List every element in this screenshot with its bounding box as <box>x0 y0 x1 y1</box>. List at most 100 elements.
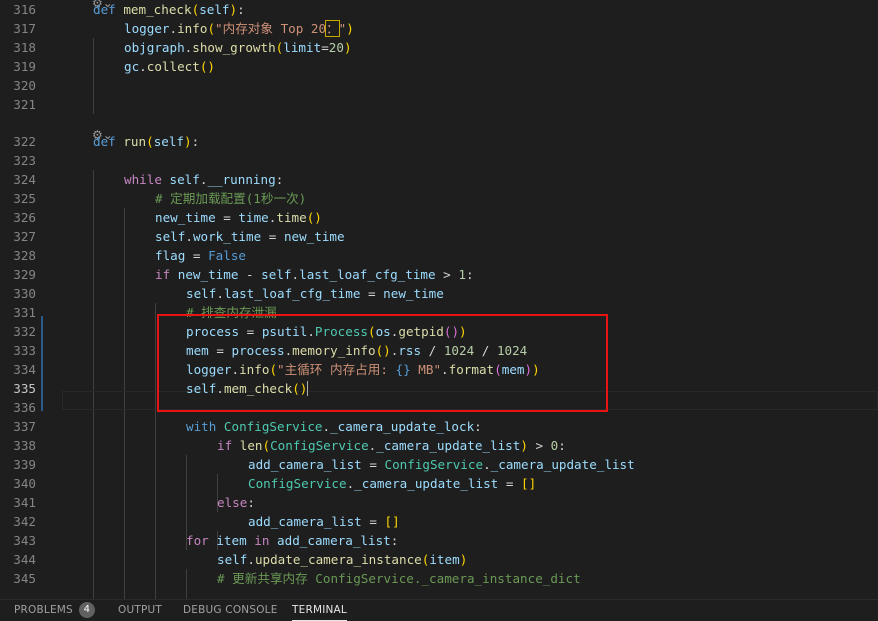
code-line[interactable]: 321 <box>0 95 878 114</box>
code-token: new_time <box>155 210 216 225</box>
code-token: work_time <box>192 229 262 244</box>
code-token: self <box>199 2 230 17</box>
code-text: with ConfigService._camera_update_lock: <box>186 417 482 436</box>
code-line[interactable]: 341 else: <box>0 493 878 512</box>
tab-output[interactable]: OUTPUT <box>118 600 162 621</box>
code-line[interactable]: 326 new_time = time.time() <box>0 208 878 227</box>
code-line[interactable]: 342 add_camera_list = [] <box>0 512 878 531</box>
code-token: # 定期加载配置(1秒一次) <box>155 191 307 206</box>
line-number: 318 <box>13 40 36 55</box>
code-token: _camera_update_lock <box>330 419 475 434</box>
code-token: ( <box>146 134 154 149</box>
code-token: logger <box>124 21 170 36</box>
code-token: flag <box>155 248 186 263</box>
code-token: last_loaf_cfg_time <box>223 286 361 301</box>
code-token: [] <box>520 476 537 491</box>
tab-label: TERMINAL <box>292 604 347 616</box>
code-text: gc.collect() <box>124 57 215 76</box>
line-number: 317 <box>13 21 36 36</box>
code-token: self <box>153 134 185 149</box>
code-token: : <box>191 134 200 149</box>
code-token: = <box>321 40 329 55</box>
code-line[interactable]: 340 ConfigService._camera_update_list = [… <box>0 474 878 493</box>
code-line[interactable]: 329 if new_time - self.last_loaf_cfg_time… <box>0 265 878 284</box>
code-text: self.last_loaf_cfg_time = new_time <box>186 284 444 303</box>
code-text: self.work_time = new_time <box>155 227 345 246</box>
code-line[interactable]: 320 <box>0 76 878 95</box>
code-text: ConfigService._camera_update_list = [] <box>248 474 536 493</box>
code-token: [] <box>384 514 400 529</box>
code-line[interactable]: 322 def run(self): <box>0 132 878 151</box>
code-line[interactable]: 330 self.last_loaf_cfg_time = new_time <box>0 284 878 303</box>
code-token: time <box>276 210 307 225</box>
code-token: ) <box>459 552 468 567</box>
code-token: ) <box>184 134 192 149</box>
tab-terminal[interactable]: TERMINAL <box>292 600 347 621</box>
line-number: 316 <box>13 2 36 17</box>
code-text: # 定期加载配置(1秒一次) <box>155 189 306 208</box>
code-token: . <box>291 267 300 282</box>
code-line[interactable]: 327 self.work_time = new_time <box>0 227 878 246</box>
code-line[interactable]: 324 while self.__running: <box>0 170 878 189</box>
code-line[interactable]: 316 def mem_check(self): <box>0 0 878 19</box>
code-line[interactable]: 343 for item in add_camera_list: <box>0 531 878 550</box>
code-token: __running <box>207 172 276 187</box>
code-token: gc <box>124 59 140 74</box>
code-token: else <box>217 495 248 510</box>
code-token: : <box>390 533 399 548</box>
code-line[interactable]: 339 add_camera_list = ConfigService._came… <box>0 455 878 474</box>
code-line[interactable]: 345 # 更新共享内存 ConfigService._camera_instan… <box>0 569 878 588</box>
code-line[interactable]: 317 logger.info("内存对象 Top 20：") <box>0 19 878 38</box>
bottom-panel-tabs: PROBLEMS 4 OUTPUT DEBUG CONSOLE TERMINAL <box>0 599 878 621</box>
code-token: > <box>527 438 551 453</box>
code-token: item <box>216 533 247 548</box>
code-token: : <box>247 495 255 510</box>
code-token: run <box>123 134 147 149</box>
code-token: collect <box>146 59 200 74</box>
line-number: 329 <box>13 267 36 282</box>
code-text: if len(ConfigService._camera_update_list… <box>217 436 566 455</box>
code-line[interactable]: 318 objgraph.show_growth(limit=20) <box>0 38 878 57</box>
code-token: new_time <box>283 229 345 244</box>
code-line[interactable]: 328 flag = False <box>0 246 878 265</box>
line-number: 323 <box>13 153 36 168</box>
line-number: 331 <box>13 305 36 320</box>
tab-problems[interactable]: PROBLEMS 4 <box>14 600 95 621</box>
code-token: . <box>322 419 331 434</box>
code-token: = <box>185 248 209 263</box>
code-token: . <box>185 229 193 244</box>
code-line[interactable]: 344 self.update_camera_instance(item) <box>0 550 878 569</box>
code-text: logger.info("内存对象 Top 20：") <box>124 19 354 38</box>
code-line[interactable]: 325 # 定期加载配置(1秒一次) <box>0 189 878 208</box>
code-text: add_camera_list = ConfigService._camera_… <box>248 455 635 474</box>
code-token: len <box>239 438 263 453</box>
code-token: new_time <box>383 286 444 301</box>
code-token: _camera_update_list <box>490 457 635 472</box>
code-token: = <box>498 476 521 491</box>
line-number: 332 <box>13 324 36 339</box>
line-number: 322 <box>13 134 36 149</box>
code-line[interactable]: 338 if len(ConfigService._camera_update_l… <box>0 436 878 455</box>
code-token: ( <box>262 438 271 453</box>
code-line[interactable]: 337 with ConfigService._camera_update_loc… <box>0 417 878 436</box>
code-token: ) <box>346 21 354 36</box>
code-token: while <box>124 172 170 187</box>
code-line[interactable]: 323 <box>0 151 878 170</box>
code-line[interactable]: 319 gc.collect() <box>0 57 878 76</box>
line-number: 326 <box>13 210 36 225</box>
code-editor[interactable]: ⚙︎⌄ ⚙︎⌄ 316 def mem_check(self): 317 logger… <box>0 0 878 599</box>
code-token: if <box>155 267 178 282</box>
code-token: ConfigService <box>223 419 323 434</box>
tab-debug-console[interactable]: DEBUG CONSOLE <box>183 600 278 621</box>
code-token: - <box>238 267 262 282</box>
line-number: 336 <box>13 400 36 415</box>
code-token: 20 <box>328 40 344 55</box>
code-token: ConfigService <box>270 438 369 453</box>
code-token: objgraph <box>124 40 185 55</box>
code-token: . <box>483 457 491 472</box>
line-number: 345 <box>13 571 36 586</box>
code-token: last_loaf_cfg_time <box>299 267 436 282</box>
code-token: ConfigService <box>384 457 484 472</box>
code-token: self <box>186 286 217 301</box>
code-token: add_camera_list <box>277 533 391 548</box>
